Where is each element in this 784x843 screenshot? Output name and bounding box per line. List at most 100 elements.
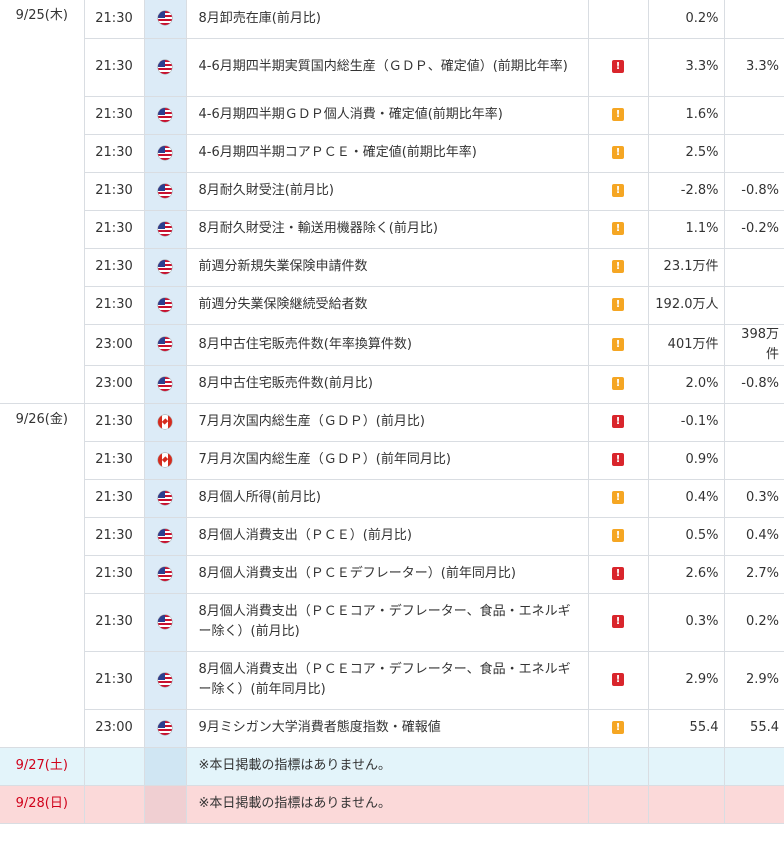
indicator-name[interactable]: 8月耐久財受注・輸送用機器除く(前月比) (185, 209, 589, 249)
importance-cell: ! (587, 247, 649, 287)
forecast-value (647, 746, 725, 786)
importance-icon: ! (612, 673, 624, 686)
indicator-name[interactable]: 9月ミシガン大学消費者態度指数・確報値 (185, 708, 589, 748)
importance-cell: ! (587, 171, 649, 211)
result-value: 3.3% (723, 37, 784, 97)
result-value: -0.8% (723, 364, 784, 404)
importance-cell (587, 746, 649, 786)
event-row: 23:00 8月中古住宅販売件数(前月比)! 2.0% -0.8% (0, 364, 784, 404)
event-row: 23:00 9月ミシガン大学消費者態度指数・確報値! 55.4 55.4 (0, 708, 784, 748)
indicator-name[interactable]: 7月月次国内総生産（ＧＤＰ）(前年同月比) (185, 440, 589, 480)
result-value (723, 133, 784, 173)
event-time: 21:30 (83, 0, 145, 39)
country-flag-cell (143, 650, 187, 710)
country-flag-cell (143, 592, 187, 652)
country-flag-cell (143, 554, 187, 594)
country-flag-cell (143, 285, 187, 325)
event-row: 21:30 8月個人消費支出（ＰＣＥコア・デフレーター、食品・エネルギー除く）(前… (0, 592, 784, 652)
country-flag-cell (143, 478, 187, 518)
indicator-name[interactable]: 前週分失業保険継続受給者数 (185, 285, 589, 325)
result-value: 0.2% (723, 592, 784, 652)
us-flag-icon (158, 259, 172, 274)
indicator-name[interactable]: 4-6月期四半期コアＰＣＥ・確定値(前期比年率) (185, 133, 589, 173)
event-time: 21:30 (84, 592, 145, 652)
forecast-value: 2.0% (647, 364, 725, 404)
indicator-name[interactable]: 4-6月期四半期ＧＤＰ個人消費・確定値(前期比年率) (185, 95, 589, 135)
event-time: 21:30 (84, 478, 145, 518)
event-time: 21:30 (84, 285, 145, 325)
importance-icon: ! (612, 108, 624, 121)
event-row: 21:30 8月個人所得(前月比)! 0.4% 0.3% (0, 478, 784, 518)
result-value (723, 0, 784, 39)
importance-cell: ! (587, 95, 649, 135)
indicator-name[interactable]: 8月個人消費支出（ＰＣＥコア・デフレーター、食品・エネルギー除く）(前月比) (185, 592, 589, 652)
importance-cell: ! (587, 592, 649, 652)
importance-icon: ! (612, 146, 624, 159)
importance-cell: ! (587, 285, 649, 325)
canada-flag-icon (158, 414, 172, 429)
result-value (723, 784, 784, 824)
indicator-name[interactable]: 8月中古住宅販売件数(前月比) (185, 364, 589, 404)
event-row: 21:30 8月個人消費支出（ＰＣＥデフレーター）(前年同月比)! 2.6% 2.7% (0, 554, 784, 594)
country-flag-cell (143, 708, 187, 748)
indicator-name[interactable]: 8月個人消費支出（ＰＣＥデフレーター）(前年同月比) (185, 554, 589, 594)
indicator-name[interactable]: 8月中古住宅販売件数(年率換算件数) (185, 323, 589, 366)
forecast-value: -0.1% (647, 402, 725, 442)
event-time: 21:30 (84, 650, 145, 710)
result-value (723, 440, 784, 480)
importance-cell: ! (587, 323, 649, 366)
importance-icon: ! (612, 222, 624, 235)
forecast-value: 0.5% (647, 516, 725, 556)
forecast-value: 23.1万件 (647, 247, 725, 287)
event-row: 9/26(金) 21:30 7月月次国内総生産（ＧＤＰ）(前月比)! -0.1% (0, 402, 784, 748)
event-row: 21:30 8月個人消費支出（ＰＣＥコア・デフレーター、食品・エネルギー除く）(前… (0, 650, 784, 710)
canada-flag-icon (158, 452, 172, 467)
indicator-name[interactable]: 8月卸売在庫(前月比) (185, 0, 589, 39)
event-row: 21:30 前週分失業保険継続受給者数! 192.0万人 (0, 285, 784, 325)
forecast-value: 0.2% (647, 0, 725, 39)
country-flag-cell (143, 440, 187, 480)
event-row: 21:30 4-6月期四半期コアＰＣＥ・確定値(前期比年率)! 2.5% (0, 133, 784, 173)
country-flag-cell (143, 516, 187, 556)
event-time: 21:30 (84, 209, 145, 249)
country-flag-cell (143, 402, 187, 442)
event-row: 21:30 8月耐久財受注(前月比)! -2.8% -0.8% (0, 171, 784, 211)
country-flag-cell (143, 37, 187, 97)
event-time: 21:30 (84, 95, 145, 135)
indicator-name[interactable]: 4-6月期四半期実質国内総生産（ＧＤＰ、確定値）(前期比年率) (185, 37, 589, 97)
indicator-name[interactable]: 8月個人消費支出（ＰＣＥ）(前月比) (185, 516, 589, 556)
date-cell: 9/25(木) (0, 0, 85, 404)
country-flag-cell (143, 171, 187, 211)
importance-icon: ! (612, 453, 624, 466)
importance-cell: ! (587, 402, 649, 442)
event-row: 21:30 4-6月期四半期ＧＤＰ個人消費・確定値(前期比年率)! 1.6% (0, 95, 784, 135)
date-cell: 9/28(日) (0, 784, 85, 824)
us-flag-icon (158, 145, 172, 160)
importance-icon: ! (612, 60, 624, 73)
country-flag-cell (143, 746, 187, 786)
indicator-name[interactable]: 前週分新規失業保険申請件数 (185, 247, 589, 287)
forecast-value: 0.4% (647, 478, 725, 518)
indicator-name[interactable]: 8月個人所得(前月比) (185, 478, 589, 518)
us-flag-icon (158, 221, 172, 236)
indicator-name[interactable]: 8月耐久財受注(前月比) (185, 171, 589, 211)
result-value (723, 402, 784, 442)
result-value: 0.4% (723, 516, 784, 556)
forecast-value: 2.9% (647, 650, 725, 710)
forecast-value: 192.0万人 (647, 285, 725, 325)
importance-cell: ! (587, 708, 649, 748)
indicator-name[interactable]: 7月月次国内総生産（ＧＤＰ）(前月比) (185, 402, 589, 442)
importance-cell (587, 0, 649, 39)
us-flag-icon (158, 183, 172, 198)
indicator-name[interactable]: 8月個人消費支出（ＰＣＥコア・デフレーター、食品・エネルギー除く）(前年同月比) (185, 650, 589, 710)
result-value (723, 95, 784, 135)
event-time: 21:30 (84, 247, 145, 287)
forecast-value: 3.3% (647, 37, 725, 97)
event-time: 21:30 (83, 402, 145, 442)
importance-icon: ! (612, 260, 624, 273)
event-row: 21:30 8月耐久財受注・輸送用機器除く(前月比)! 1.1% -0.2% (0, 209, 784, 249)
event-time: 21:30 (84, 440, 145, 480)
event-time: 21:30 (84, 133, 145, 173)
us-flag-icon (158, 376, 172, 391)
event-row: 21:30 4-6月期四半期実質国内総生産（ＧＤＰ、確定値）(前期比年率)! 3.3… (0, 37, 784, 97)
